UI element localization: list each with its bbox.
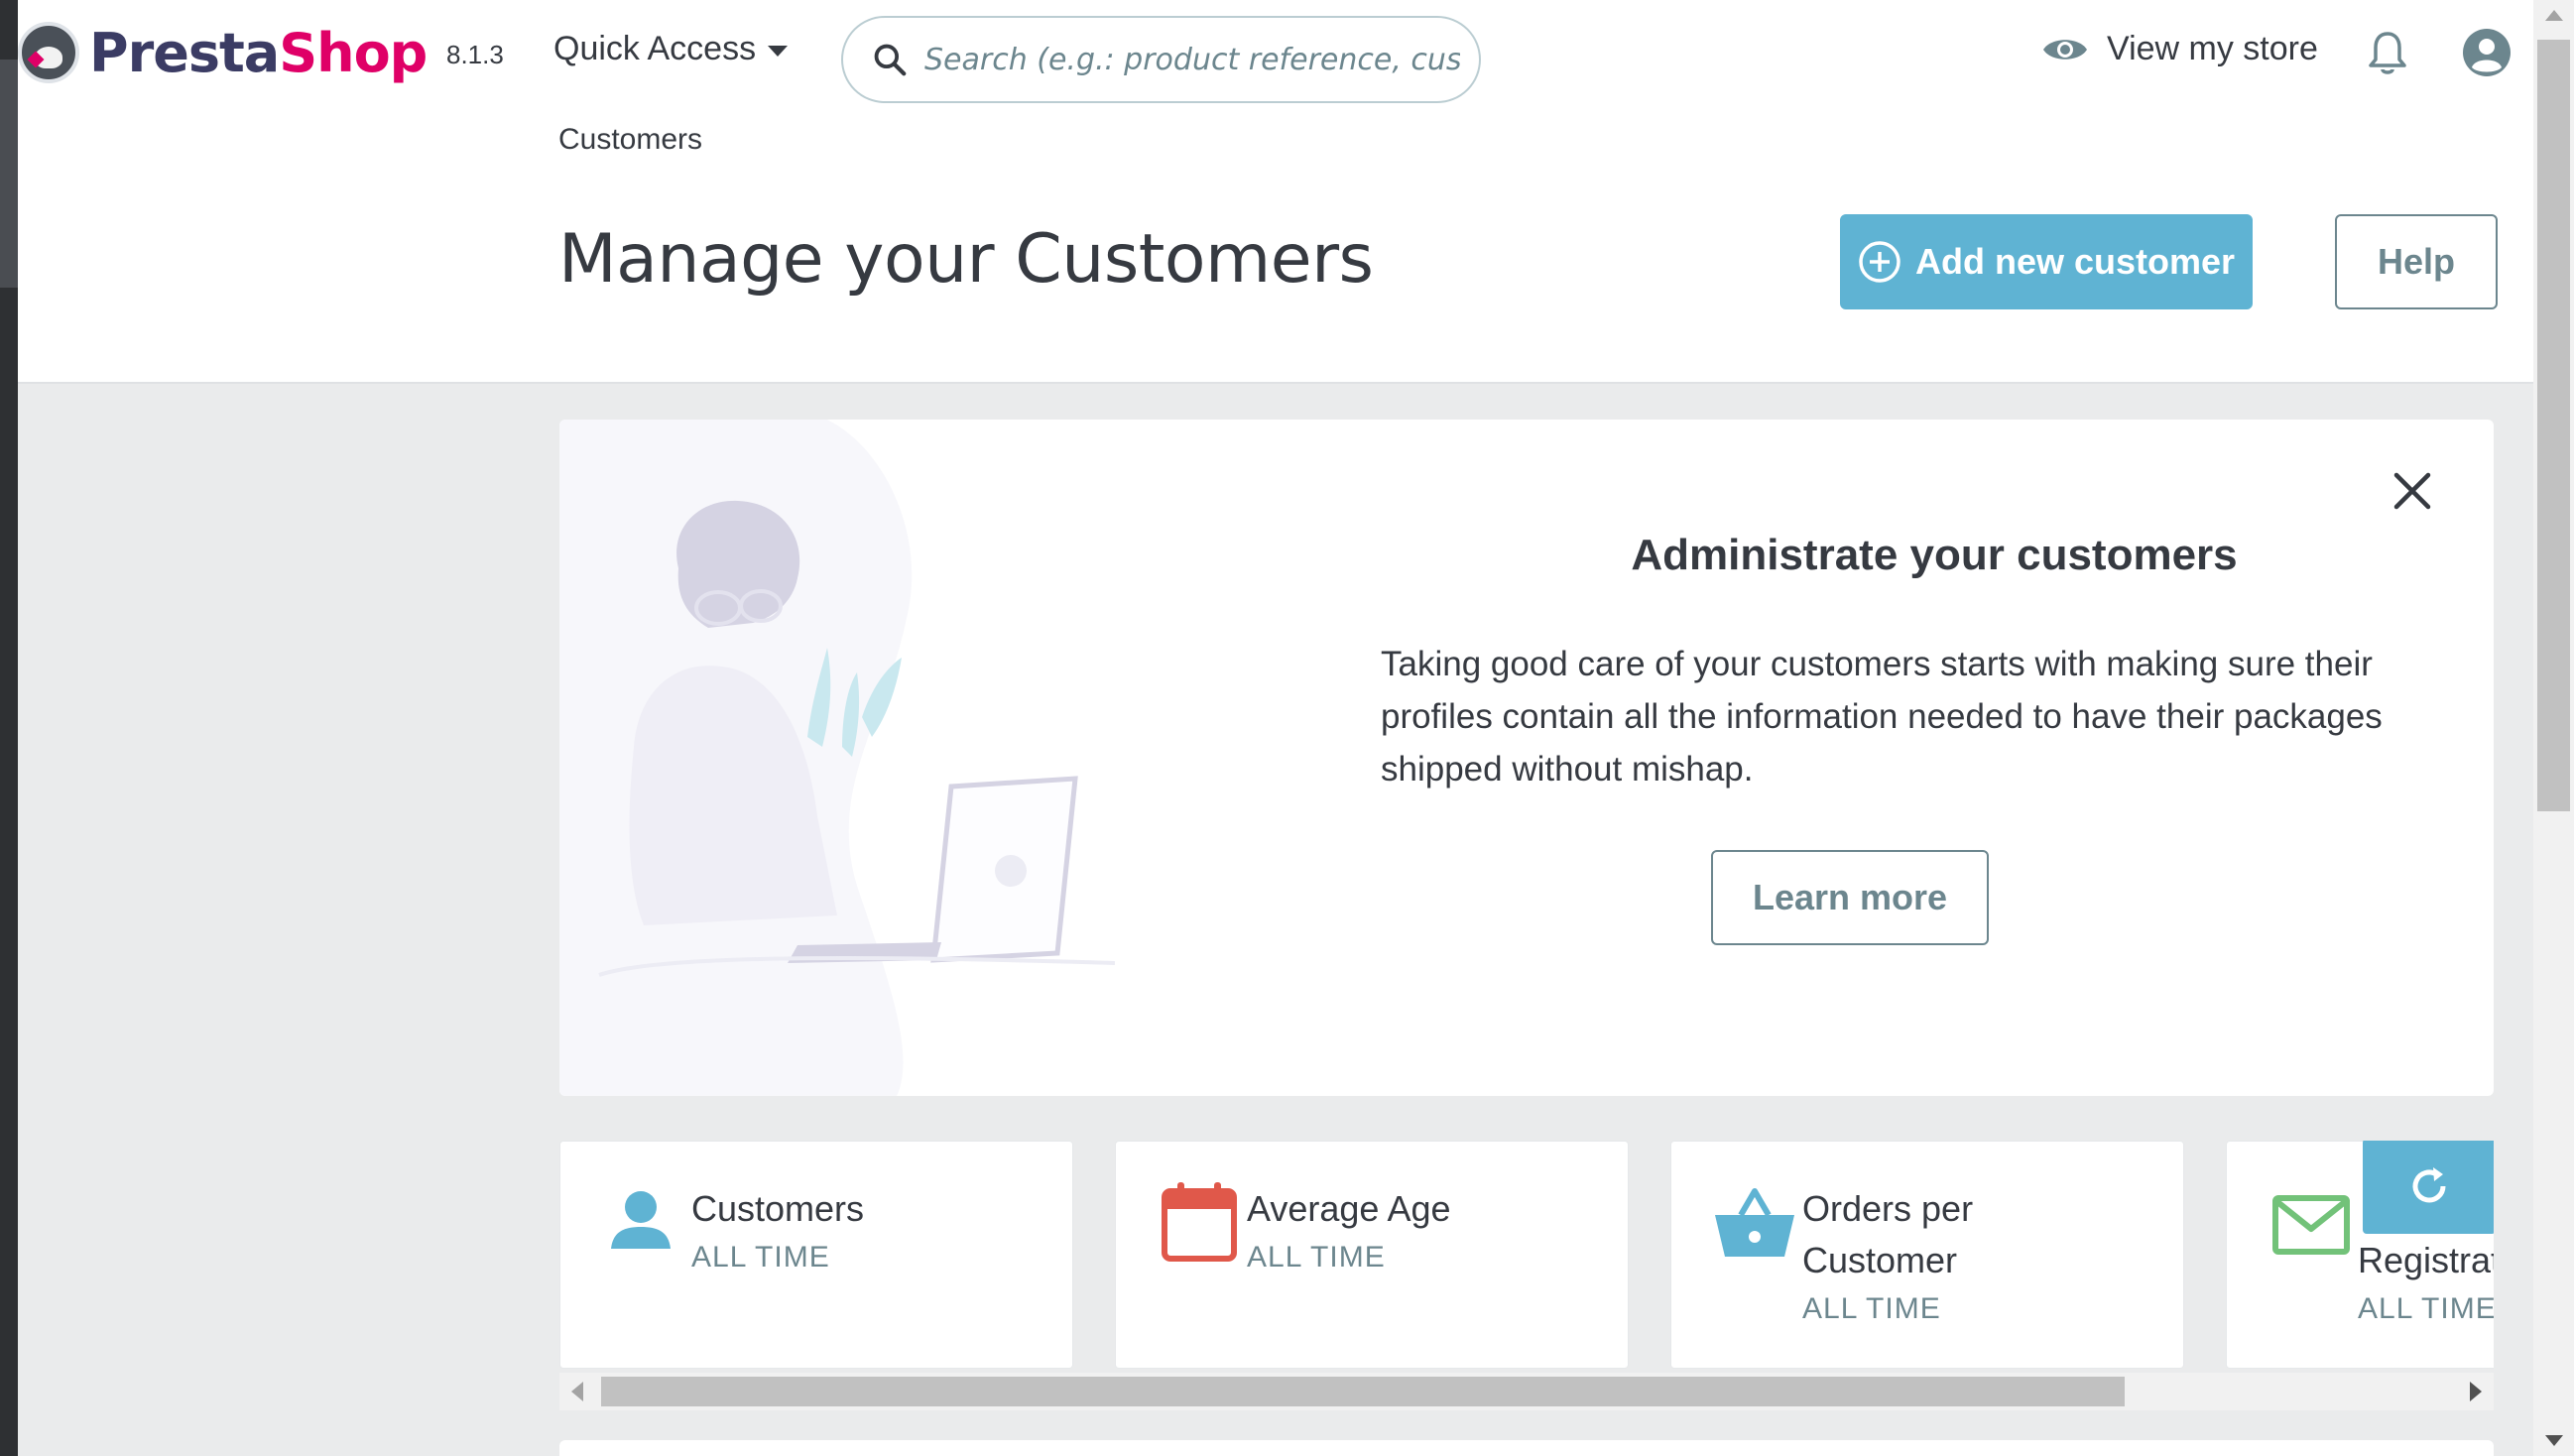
page-title: Manage your Customers: [558, 220, 1374, 299]
bell-icon: [2369, 32, 2406, 74]
user-icon: [611, 1191, 671, 1249]
notifications-button[interactable]: [2367, 30, 2408, 82]
eye-icon: [2043, 39, 2087, 60]
search-icon: [874, 44, 907, 76]
page-header: PrestaShop 8.1.3 Quick Access View my st…: [18, 0, 2533, 384]
plus-circle-icon: [1859, 241, 1900, 283]
kpi-card-orders-per-customer[interactable]: Orders per Customer ALL TIME: [1670, 1141, 2184, 1369]
scrollbar-thumb[interactable]: [601, 1377, 2125, 1406]
kpi-title: Registrat: [2358, 1240, 2494, 1280]
scroll-down-arrow-icon[interactable]: [2545, 1435, 2563, 1446]
breadcrumb[interactable]: Customers: [558, 123, 702, 157]
search-input[interactable]: [924, 42, 1460, 77]
puffin-logo-icon: [18, 22, 79, 83]
kpi-row: Customers ALL TIME Average Age ALL TIME …: [559, 1141, 2494, 1369]
close-banner-button[interactable]: [2392, 471, 2432, 516]
envelope-icon: [2272, 1195, 2350, 1255]
add-customer-button[interactable]: Add new customer: [1840, 214, 2253, 309]
kpi-card-average-age[interactable]: Average Age ALL TIME: [1115, 1141, 1629, 1369]
kpi-subtitle: ALL TIME: [691, 1241, 830, 1274]
left-edge-nub: [0, 60, 18, 288]
scrollbar-thumb[interactable]: [2537, 40, 2570, 811]
onboarding-banner: Administrate your customers Taking good …: [559, 420, 2494, 1096]
refresh-icon: [2412, 1167, 2446, 1203]
view-store-label: View my store: [2107, 30, 2318, 67]
kpi-title: Customers: [691, 1188, 865, 1229]
kpi-subtitle: ALL TIME: [2358, 1292, 2494, 1325]
quick-access-dropdown[interactable]: Quick Access: [553, 30, 789, 68]
left-edge-panel: [0, 0, 18, 1456]
learn-more-button[interactable]: Learn more: [1711, 850, 1989, 945]
user-circle-icon: [2463, 29, 2511, 76]
help-button[interactable]: Help: [2335, 214, 2498, 309]
quick-access-label: Quick Access: [553, 30, 757, 67]
customer-illustration: [559, 420, 1116, 1096]
refresh-kpis-button[interactable]: [2363, 1141, 2494, 1234]
scroll-up-arrow-icon[interactable]: [2545, 10, 2563, 21]
version-label: 8.1.3: [446, 40, 504, 69]
close-icon: [2393, 472, 2431, 510]
scroll-left-arrow-icon[interactable]: [571, 1382, 583, 1401]
next-section-card: [559, 1440, 2494, 1456]
kpi-card-customers[interactable]: Customers ALL TIME: [559, 1141, 1073, 1369]
add-customer-label: Add new customer: [1914, 241, 2236, 282]
scroll-right-arrow-icon[interactable]: [2470, 1382, 2482, 1401]
horizontal-scrollbar[interactable]: [559, 1373, 2494, 1410]
vertical-scrollbar[interactable]: [2533, 0, 2574, 1456]
kpi-subtitle: ALL TIME: [1802, 1292, 1941, 1325]
prestashop-logo[interactable]: PrestaShop: [18, 18, 428, 87]
logo-wordmark: PrestaShop: [89, 21, 428, 84]
chevron-down-icon: [768, 46, 789, 57]
calendar-icon: [1162, 1182, 1237, 1262]
banner-title-row: Administrate your customers: [559, 531, 2494, 580]
kpi-title: Orders per Customer: [1802, 1188, 1974, 1280]
kpi-title: Average Age: [1247, 1188, 1451, 1229]
view-store-link[interactable]: View my store: [2041, 30, 2318, 68]
account-button[interactable]: [2462, 28, 2512, 82]
kpi-subtitle: ALL TIME: [1247, 1241, 1386, 1274]
search-field[interactable]: [841, 16, 1481, 103]
banner-title: Administrate your customers: [1631, 531, 2238, 579]
banner-description: Taking good care of your customers start…: [1381, 645, 2383, 789]
basket-icon: [1715, 1188, 1794, 1257]
